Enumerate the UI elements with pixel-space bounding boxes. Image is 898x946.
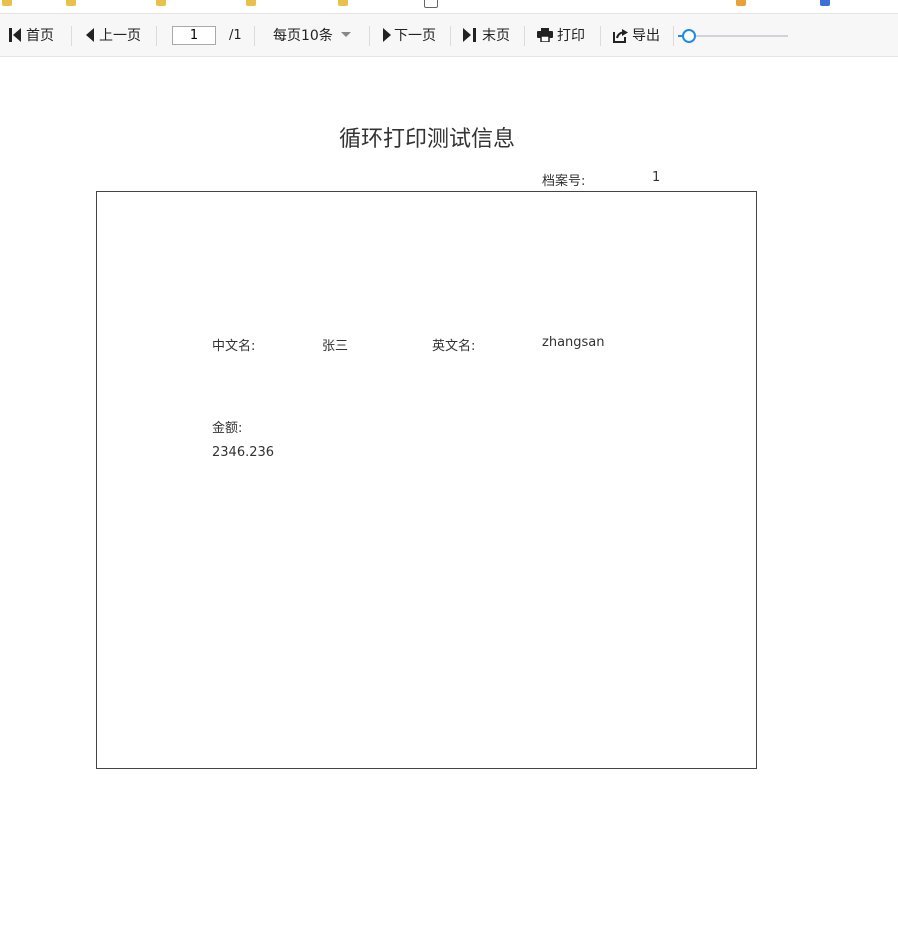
previous-page-label: 上一页 <box>99 28 141 44</box>
report-toolbar: 首页 上一页 /1 每页10条 下一页 末页 <box>0 13 898 57</box>
triangle-left-icon <box>86 28 94 42</box>
bookmark-site-icon[interactable] <box>820 0 830 6</box>
toolbar-divider <box>369 26 370 46</box>
toolbar-divider <box>71 26 72 46</box>
chinese-name-value: 张三 <box>322 339 349 354</box>
report-content-box <box>96 191 757 769</box>
archive-number-label: 档案号: <box>542 174 586 189</box>
bookmark-star-icon[interactable] <box>736 0 746 6</box>
archive-number-value: 1 <box>652 170 661 185</box>
toolbar-divider <box>450 26 451 46</box>
page-number-group: /1 <box>172 14 242 56</box>
export-label: 导出 <box>632 28 660 44</box>
toolbar-divider <box>673 26 674 46</box>
page-number-input[interactable] <box>172 25 216 45</box>
chinese-name-label: 中文名: <box>212 339 256 354</box>
next-page-button[interactable]: 下一页 <box>382 14 436 56</box>
bookmark-folder-icon[interactable] <box>156 0 166 6</box>
caret-down-icon <box>340 32 351 37</box>
english-name-label: 英文名: <box>432 339 476 354</box>
zoom-slider[interactable] <box>678 29 788 43</box>
skip-last-icon <box>463 28 476 42</box>
bookmark-folder-icon[interactable] <box>338 0 348 6</box>
bookmark-page-icon[interactable] <box>424 0 438 8</box>
bookmark-folder-icon[interactable] <box>246 0 256 6</box>
page-total: /1 <box>229 27 242 43</box>
report-title: 循环打印测试信息 <box>338 127 515 152</box>
previous-page-button[interactable]: 上一页 <box>85 14 141 56</box>
amount-label: 金额: <box>212 421 243 436</box>
toolbar-divider <box>254 26 255 46</box>
amount-value: 2346.236 <box>212 445 275 460</box>
triangle-right-icon <box>383 28 391 42</box>
first-page-label: 首页 <box>26 28 54 44</box>
last-page-button[interactable]: 末页 <box>462 14 510 56</box>
bookmarks-bar <box>0 0 898 12</box>
print-button[interactable]: 打印 <box>537 14 585 56</box>
printer-icon <box>537 28 553 42</box>
english-name-value: zhangsan <box>542 335 605 350</box>
toolbar-divider <box>524 26 525 46</box>
skip-first-icon <box>9 28 21 42</box>
next-page-label: 下一页 <box>394 28 436 44</box>
toolbar-divider <box>156 26 157 46</box>
last-page-label: 末页 <box>482 28 510 44</box>
zoom-slider-thumb[interactable] <box>682 29 696 43</box>
export-icon <box>613 28 628 43</box>
bookmark-folder-icon[interactable] <box>66 0 76 6</box>
first-page-button[interactable]: 首页 <box>8 14 54 56</box>
print-label: 打印 <box>557 28 585 44</box>
page-size-label: 每页10条 <box>273 28 333 44</box>
page-size-dropdown[interactable]: 每页10条 <box>273 14 351 56</box>
bookmark-folder-icon[interactable] <box>2 0 12 6</box>
toolbar-divider <box>600 26 601 46</box>
export-button[interactable]: 导出 <box>613 14 660 56</box>
